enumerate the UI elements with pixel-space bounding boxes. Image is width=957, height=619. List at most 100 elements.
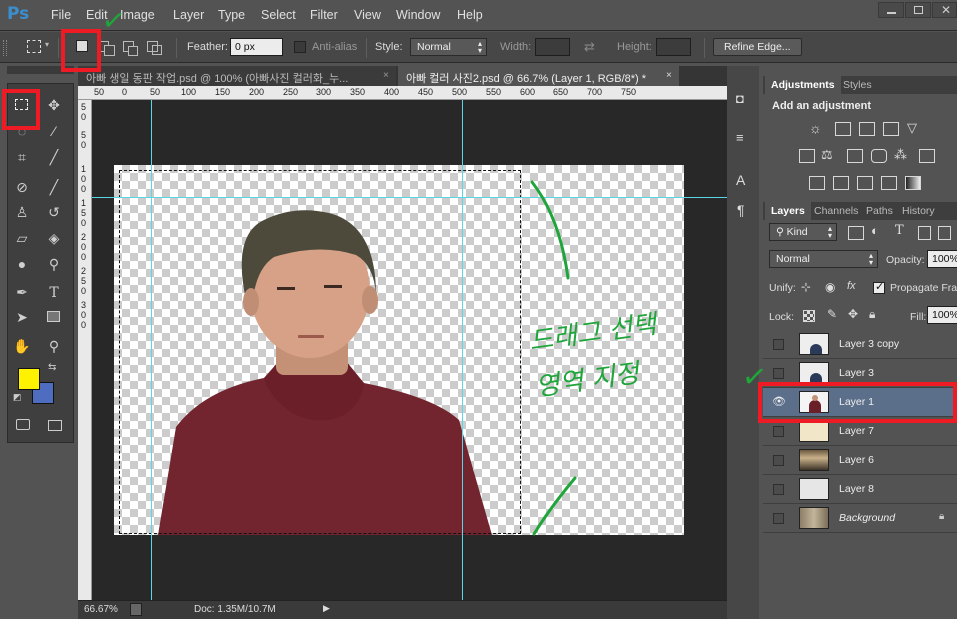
exposure-icon[interactable] (883, 122, 899, 136)
gradient-map-icon[interactable] (905, 176, 921, 190)
unify-visibility-icon[interactable]: ◉ (825, 280, 835, 294)
visibility-toggle[interactable] (773, 455, 784, 466)
eyedropper-tool[interactable]: ╱ (42, 146, 66, 168)
play-icon[interactable]: ▶ (323, 603, 330, 614)
clone-stamp-tool[interactable]: ♙ (10, 201, 34, 223)
lock-transparency-icon[interactable] (803, 310, 815, 322)
menu-file[interactable]: File (51, 8, 71, 22)
selective-color-icon[interactable] (881, 176, 897, 190)
selection-marquee[interactable] (119, 170, 521, 534)
paragraph-icon[interactable]: ¶ (737, 202, 745, 218)
menu-type[interactable]: Type (218, 8, 245, 22)
visibility-toggle[interactable] (773, 484, 784, 495)
refine-edge-button[interactable]: Refine Edge... (713, 38, 802, 56)
magic-wand-tool[interactable]: ⁄ (42, 120, 66, 142)
move-tool[interactable]: ✥ (42, 94, 66, 116)
doc-tab-2[interactable]: 아빠 컬러 사진2.psd @ 66.7% (Layer 1, RGB/8*) … (398, 66, 679, 86)
path-select-tool[interactable]: ➤ (10, 306, 34, 328)
blend-mode-select[interactable]: Normal ▴ ▾ (769, 250, 878, 268)
threshold-icon[interactable] (857, 176, 873, 190)
screen-mode-icon[interactable] (48, 420, 62, 431)
visibility-toggle[interactable] (773, 339, 784, 350)
antialias-checkbox[interactable] (294, 41, 306, 53)
lock-pixels-icon[interactable]: ✎ (827, 307, 837, 321)
healing-brush-tool[interactable]: ⊘ (10, 176, 34, 198)
feather-input[interactable]: 0 px (230, 38, 283, 56)
layer-row[interactable]: Layer 3 copy (763, 330, 957, 359)
default-colors-icon[interactable]: ◩ (13, 392, 22, 403)
style-select[interactable]: Normal ▴ ▾ (410, 38, 487, 56)
rectangle-tool[interactable] (42, 306, 66, 328)
color-lookup-icon[interactable] (919, 149, 935, 163)
propagate-checkbox[interactable]: ✓ (873, 281, 885, 294)
posterize-icon[interactable] (833, 176, 849, 190)
menu-window[interactable]: Window (396, 8, 440, 22)
layer-filter-kind[interactable]: ⚲ Kind ▴ ▾ (769, 223, 837, 241)
menu-view[interactable]: View (354, 8, 381, 22)
menu-layer[interactable]: Layer (173, 8, 204, 22)
swap-icon[interactable]: ⇄ (584, 39, 595, 55)
visibility-toggle[interactable] (773, 426, 784, 437)
close-icon[interactable]: × (383, 70, 389, 81)
guide-vertical-2[interactable] (462, 100, 463, 600)
sliders-icon[interactable]: ≡ (736, 130, 744, 145)
menu-help[interactable]: Help (457, 8, 483, 22)
doc-tab-1[interactable]: 아빠 생일 동판 작업.psd @ 100% (아빠사진 컬러화_누... (78, 66, 396, 86)
blur-tool[interactable]: ● (10, 253, 34, 275)
hue-saturation-icon[interactable] (799, 149, 815, 163)
curves-icon[interactable] (859, 122, 875, 136)
status-icon[interactable] (130, 603, 142, 616)
crop-tool[interactable]: ⌗ (10, 146, 34, 168)
visibility-toggle[interactable] (773, 368, 784, 379)
invert-icon[interactable] (809, 176, 825, 190)
close-icon[interactable]: × (666, 70, 672, 81)
height-input[interactable] (656, 38, 691, 56)
paint-bucket-tool[interactable]: ◈ (42, 227, 66, 249)
layer-row[interactable]: Background 🔒︎ (763, 504, 957, 533)
hand-tool[interactable]: ✋ (10, 335, 34, 357)
guide-vertical-1[interactable] (151, 100, 152, 600)
menu-filter[interactable]: Filter (310, 8, 338, 22)
history-brush-tool[interactable]: ↺ (42, 201, 66, 223)
zoom-level[interactable]: 66.67% (84, 604, 118, 615)
photo-filter-icon[interactable] (871, 149, 887, 163)
filter-type-icon[interactable]: T (895, 223, 904, 238)
lock-all-icon[interactable]: 🔒︎ (869, 307, 875, 322)
eraser-tool[interactable]: ▱ (10, 227, 34, 249)
close-button[interactable]: ✕ (932, 2, 957, 18)
visibility-toggle[interactable] (773, 513, 784, 524)
pen-tool[interactable]: ✒ (10, 281, 34, 303)
channel-mixer-icon[interactable]: ⁂ (894, 147, 907, 163)
black-white-icon[interactable] (847, 149, 863, 163)
ruler-vertical[interactable]: 5 0 5 0 1 0 0 1 5 0 2 0 0 2 5 0 3 0 0 (78, 100, 92, 600)
filter-pixel-icon[interactable] (848, 226, 864, 240)
tab-history[interactable]: History (896, 202, 941, 220)
type-tool[interactable]: T (42, 281, 66, 303)
ruler-horizontal[interactable]: 50 0 50 100 150 200 250 300 350 400 450 … (78, 86, 756, 100)
lock-position-icon[interactable]: ✥ (848, 307, 858, 321)
levels-icon[interactable] (835, 122, 851, 136)
brightness-icon[interactable]: ☼ (809, 120, 822, 136)
minimize-button[interactable] (878, 2, 904, 18)
character-icon[interactable]: A (736, 172, 745, 188)
menu-select[interactable]: Select (261, 8, 296, 22)
unify-position-icon[interactable]: ⊹ (801, 280, 811, 294)
quick-mask-icon[interactable] (16, 419, 30, 430)
3d-icon[interactable]: ◘ (736, 91, 744, 106)
marquee-preset-icon[interactable] (27, 40, 41, 53)
swap-colors-icon[interactable]: ⇆ (48, 362, 56, 373)
layer-row[interactable]: Layer 8 (763, 475, 957, 504)
brush-tool[interactable]: ╱ (42, 176, 66, 198)
width-input[interactable] (535, 38, 570, 56)
tab-styles[interactable]: Styles (837, 76, 878, 94)
tab-paths[interactable]: Paths (860, 202, 899, 220)
vibrance-icon[interactable]: ▽ (907, 120, 917, 136)
unify-style-icon[interactable]: fx (847, 280, 856, 292)
filter-adjust-icon[interactable]: ◐ (871, 223, 879, 238)
dodge-tool[interactable]: ⚲ (42, 253, 66, 275)
color-balance-icon[interactable]: ⚖ (821, 147, 833, 163)
fill-input[interactable]: 100% (927, 306, 957, 324)
maximize-button[interactable] (905, 2, 931, 18)
layer-row[interactable]: Layer 6 (763, 446, 957, 475)
opacity-input[interactable]: 100% (927, 250, 957, 268)
